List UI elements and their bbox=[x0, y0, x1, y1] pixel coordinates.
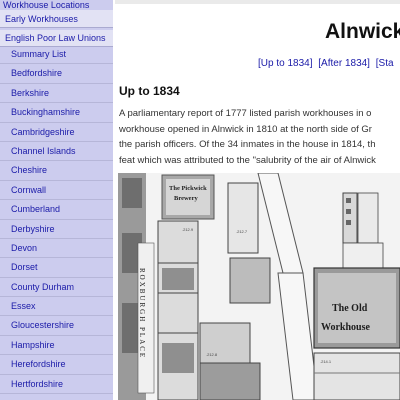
sidebar-item[interactable]: Hertfordshire bbox=[0, 375, 113, 395]
paragraph-line: feat which was attributed to the "salubr… bbox=[119, 154, 376, 166]
section-heading: Up to 1834 bbox=[119, 84, 180, 98]
svg-text:.212.9: .212.9 bbox=[182, 227, 194, 232]
sidebar-item[interactable]: Essex bbox=[0, 297, 113, 317]
paragraph-line: the parish officers. Of the 34 inmates i… bbox=[119, 139, 376, 150]
nav-link-after-1834[interactable]: [After 1834] bbox=[318, 58, 370, 69]
sidebar-item[interactable]: Cumberland bbox=[0, 200, 113, 220]
map-building bbox=[227, 182, 259, 254]
section-nav: [Up to 1834] [After 1834] [Sta bbox=[258, 58, 397, 69]
map-building bbox=[157, 220, 199, 400]
sidebar-item[interactable]: Summary List bbox=[0, 45, 113, 65]
main-content: Alnwick, [Up to 1834] [After 1834] [Sta … bbox=[115, 0, 400, 400]
svg-text:.212.8: .212.8 bbox=[206, 352, 218, 357]
svg-text:.212.7: .212.7 bbox=[236, 229, 248, 234]
sidebar: Workhouse Locations Early Workhouses Eng… bbox=[0, 0, 113, 400]
sidebar-item[interactable]: County Durham bbox=[0, 278, 113, 298]
page-title: Alnwick, bbox=[325, 20, 400, 43]
sidebar-item[interactable]: Herefordshire bbox=[0, 355, 113, 375]
map-drawing: The Pickwick Brewery ROXBURGH PLACE The … bbox=[118, 173, 400, 400]
sidebar-item[interactable]: Dorset bbox=[0, 258, 113, 278]
sidebar-item[interactable]: Buckinghamshire bbox=[0, 103, 113, 123]
sidebar-item[interactable]: Devon bbox=[0, 239, 113, 259]
sidebar-item[interactable]: Cheshire bbox=[0, 161, 113, 181]
nav-link-staff[interactable]: [Sta bbox=[376, 58, 394, 69]
sidebar-item[interactable]: Bedfordshire bbox=[0, 64, 113, 84]
map-label-brewery: Brewery bbox=[174, 195, 198, 202]
sidebar-item[interactable]: Berkshire bbox=[0, 84, 113, 104]
map-label-pickwick: The Pickwick bbox=[169, 185, 207, 192]
sidebar-item[interactable]: Cambridgeshire bbox=[0, 123, 113, 142]
map-label-workhouse: Workhouse bbox=[321, 322, 370, 333]
sidebar-county-list: Summary List Bedfordshire Berkshire Bucking… bbox=[0, 45, 113, 395]
sidebar-item[interactable]: Derbyshire bbox=[0, 220, 113, 239]
intro-paragraph: A parliamentary report of 1777 listed pa… bbox=[119, 106, 400, 168]
sidebar-item[interactable]: Cornwall bbox=[0, 181, 113, 201]
sidebar-section-early-workhouses[interactable]: Early Workhouses bbox=[0, 10, 113, 28]
nav-link-up-to-1834[interactable]: [Up to 1834] bbox=[258, 58, 312, 69]
sidebar-top-link[interactable]: Workhouse Locations bbox=[0, 0, 113, 10]
map-label-old: The Old bbox=[332, 303, 368, 314]
historic-map-image[interactable]: The Pickwick Brewery ROXBURGH PLACE The … bbox=[118, 173, 400, 400]
paragraph-line: workhouse opened in Alnwick in 1810 at t… bbox=[119, 123, 372, 135]
sidebar-item[interactable]: Channel Islands bbox=[0, 142, 113, 162]
svg-text:.214.1: .214.1 bbox=[320, 359, 332, 364]
sidebar-item[interactable]: Gloucestershire bbox=[0, 316, 113, 336]
sidebar-item[interactable]: Hampshire bbox=[0, 336, 113, 356]
paragraph-line: A parliamentary report of 1777 listed pa… bbox=[119, 108, 372, 119]
map-street-label: ROXBURGH PLACE bbox=[138, 268, 146, 359]
